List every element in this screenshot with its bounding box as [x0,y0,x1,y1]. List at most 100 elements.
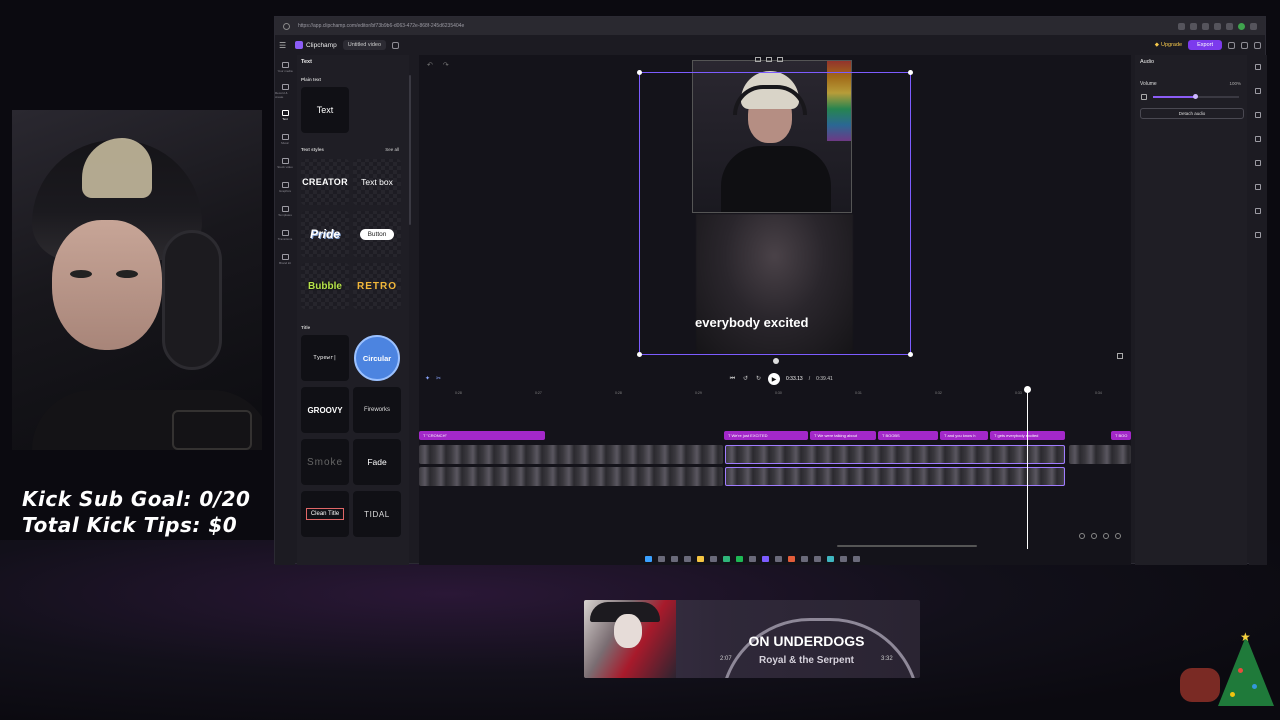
rail-effects[interactable] [1249,151,1267,175]
video-clip-selected[interactable] [725,445,1065,464]
account-icon[interactable] [1254,41,1261,49]
folder-icon[interactable] [697,556,704,562]
text-clip[interactable]: T We were talking about [810,431,876,440]
timeline-scrollbar[interactable] [837,545,977,547]
layout-icon[interactable] [766,57,772,62]
sidebar-item-text[interactable]: Text [275,103,295,127]
title-typewriter[interactable]: Typewr| [301,335,349,381]
sidebar-item-your-media[interactable]: Your media [275,55,295,79]
edit-icon[interactable] [392,41,400,49]
chrome-icon[interactable] [723,556,730,562]
video-clip-selected[interactable] [725,467,1065,486]
fit-icon[interactable] [1103,533,1109,539]
video-clip[interactable] [1069,445,1131,464]
rotate-icon[interactable] [773,358,779,364]
rail-transition[interactable] [1249,223,1267,247]
url-field[interactable]: https://app.clipchamp.com/editor/bf73b9b… [298,23,1170,29]
fullscreen-icon[interactable] [1117,353,1123,359]
crop-icon[interactable] [755,57,761,62]
app-icon[interactable] [814,556,821,562]
reload-icon[interactable] [283,22,290,30]
text-clip[interactable]: T BOO [1111,431,1131,440]
sidebar-item-record[interactable]: Record & create [275,79,295,103]
search-icon[interactable] [658,556,665,562]
skip-back-icon[interactable]: ⏮ [729,376,736,382]
selection-box[interactable] [637,70,913,357]
discord-icon[interactable] [762,556,769,562]
rewind-icon[interactable]: ↺ [742,376,749,382]
play-button[interactable]: ▶ [768,373,780,385]
upgrade-button[interactable]: ◆ Upgrade [1155,42,1182,48]
app-icon[interactable] [827,556,834,562]
help-icon[interactable] [1241,41,1248,49]
forward-icon[interactable]: ↻ [755,376,762,382]
timeline-ruler[interactable]: 0:28 0:27 0:28 0:29 0:30 0:31 0:32 0:33 … [419,391,1131,401]
resize-handle[interactable] [637,70,642,75]
panel-scrollbar[interactable] [409,75,411,225]
title-circular[interactable]: Circular [353,335,401,381]
edge-icon[interactable] [684,556,691,562]
title-tidal[interactable]: TIDAL [353,491,401,537]
style-button[interactable]: Button [353,211,401,257]
sidebar-item-templates[interactable]: Templates [275,199,295,223]
detach-audio-button[interactable]: Detach audio [1140,108,1244,119]
share-icon[interactable] [1228,41,1235,49]
redo-icon[interactable]: ↷ [443,61,449,69]
text-clip[interactable]: T "CRONCH" [419,431,545,440]
style-retro[interactable]: RETRO [353,263,401,309]
resize-handle[interactable] [637,352,642,357]
style-text-box[interactable]: Text box [353,159,401,205]
app-icon[interactable] [788,556,795,562]
extension-icon[interactable] [1202,22,1209,30]
sidebar-item-brand-kit[interactable]: Brand kit [275,247,295,271]
sidebar-item-graphics[interactable]: Graphics [275,175,295,199]
app-icon[interactable] [801,556,808,562]
style-pride[interactable]: Pride [301,211,349,257]
extension-icon[interactable] [1178,22,1185,30]
tab-audio[interactable]: Audio [1140,59,1154,65]
volume-knob[interactable] [1192,94,1198,99]
split-icon[interactable]: ✂ [436,375,441,382]
rail-colors[interactable] [1249,175,1267,199]
video-clip[interactable] [419,445,723,464]
rail-fade[interactable] [1249,103,1267,127]
title-groovy[interactable]: GROOVY [301,387,349,433]
style-bubble[interactable]: Bubble [301,263,349,309]
rail-speed[interactable] [1249,199,1267,223]
app-icon[interactable] [710,556,717,562]
menu-icon[interactable] [1250,22,1257,30]
rail-captions[interactable] [1249,55,1267,79]
hamburger-menu-icon[interactable]: ☰ [279,41,289,50]
video-clip[interactable] [419,467,723,486]
rail-audio[interactable] [1249,79,1267,103]
export-button[interactable]: Export [1188,40,1222,50]
title-fade[interactable]: Fade [353,439,401,485]
title-fireworks[interactable]: Fireworks [353,387,401,433]
rail-filters[interactable] [1249,127,1267,151]
app-icon[interactable] [840,556,847,562]
resize-handle[interactable] [908,70,913,75]
profile-avatar[interactable] [1238,22,1245,30]
extension-icon[interactable] [1226,22,1233,30]
magic-icon[interactable]: ✦ [425,375,430,382]
app-icon[interactable] [749,556,756,562]
text-clip[interactable]: T We're just EXCITED [724,431,808,440]
start-icon[interactable] [645,556,652,562]
taskview-icon[interactable] [671,556,678,562]
undo-icon[interactable]: ↶ [427,61,433,69]
text-clip[interactable]: T BOOBS [878,431,938,440]
spotify-icon[interactable] [736,556,743,562]
extension-icon[interactable] [1214,22,1221,30]
sidebar-item-stock-video[interactable]: Stock video [275,151,295,175]
plain-text-tile[interactable]: Text [301,87,349,133]
title-smoke[interactable]: Smoke [301,439,349,485]
sidebar-item-music[interactable]: Music [275,127,295,151]
project-title[interactable]: Untitled video [342,40,387,50]
title-clean[interactable]: Clean Title [301,491,349,537]
playhead[interactable] [1027,389,1028,549]
sidebar-item-transitions[interactable]: Transitions [275,223,295,247]
text-clip[interactable]: T and you know h [940,431,988,440]
speaker-icon[interactable] [1141,94,1147,100]
expand-icon[interactable] [1115,533,1121,539]
app-icon[interactable] [775,556,782,562]
